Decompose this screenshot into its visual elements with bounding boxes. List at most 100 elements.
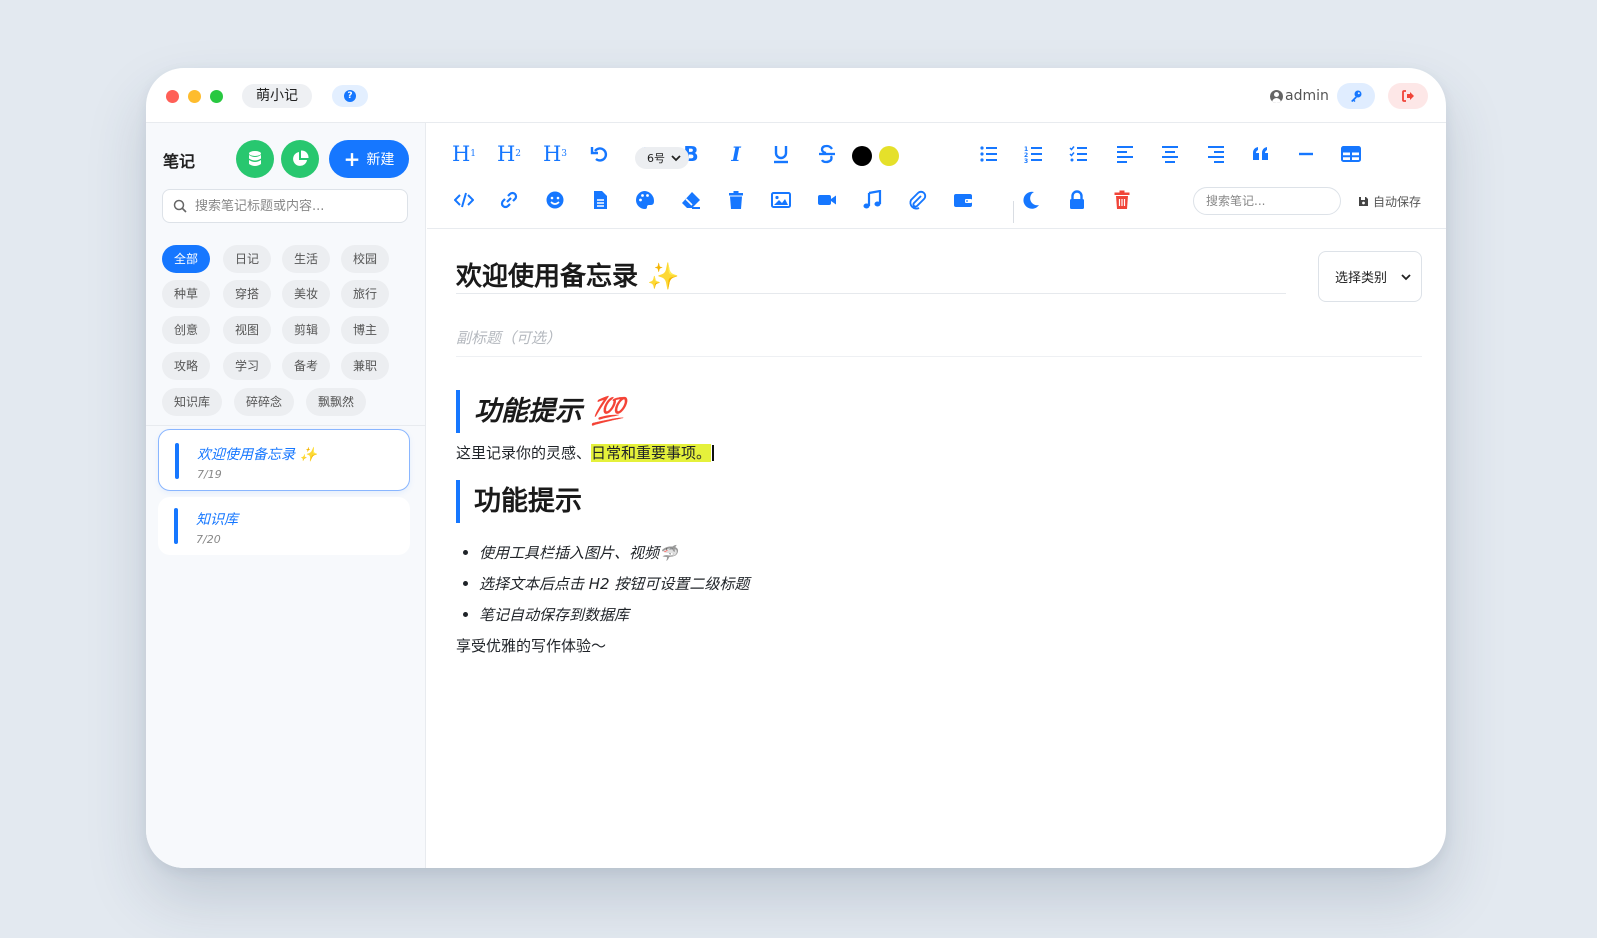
horizontal-rule-icon bbox=[1299, 152, 1313, 156]
task-list-icon bbox=[1069, 146, 1087, 162]
tag-editing[interactable]: 剪辑 bbox=[282, 316, 331, 344]
strikethrough-button[interactable] bbox=[814, 141, 840, 167]
eraser-button[interactable] bbox=[678, 187, 704, 213]
note-title: 欢迎使用备忘录 ✨ bbox=[197, 447, 317, 463]
emoji-button[interactable] bbox=[542, 187, 568, 213]
video-icon bbox=[818, 195, 836, 205]
note-date: 7/20 bbox=[196, 533, 221, 546]
horizontal-rule-button[interactable] bbox=[1293, 141, 1319, 167]
palette-button[interactable] bbox=[632, 187, 658, 213]
insert-audio-button[interactable] bbox=[859, 187, 885, 213]
help-icon: ? bbox=[344, 90, 356, 102]
smile-icon bbox=[546, 191, 564, 209]
ordered-list-icon: 123 bbox=[1024, 146, 1042, 164]
link-icon bbox=[500, 191, 518, 209]
insert-image-button[interactable] bbox=[768, 187, 794, 213]
tag-campus[interactable]: 校园 bbox=[341, 245, 390, 273]
tag-knowledge[interactable]: 知识库 bbox=[162, 388, 223, 416]
change-password-button[interactable] bbox=[1337, 83, 1375, 109]
tag-parttime[interactable]: 兼职 bbox=[341, 352, 390, 380]
task-list-button[interactable] bbox=[1066, 141, 1092, 167]
toolbar-search-input[interactable]: 搜索笔记... bbox=[1193, 187, 1341, 215]
tag-blogger[interactable]: 博主 bbox=[341, 316, 390, 344]
tag-murmur[interactable]: 碎碎念 bbox=[234, 388, 295, 416]
align-left-icon bbox=[1117, 146, 1133, 163]
subtitle-input[interactable]: 副标题（可选） bbox=[456, 327, 1422, 357]
statistics-button[interactable] bbox=[281, 140, 319, 178]
insert-video-button[interactable] bbox=[814, 187, 840, 213]
wallet-button[interactable] bbox=[950, 187, 976, 213]
highlight-color-button[interactable] bbox=[879, 146, 899, 166]
tag-makeup[interactable]: 美妆 bbox=[282, 280, 331, 308]
database-icon bbox=[249, 151, 261, 166]
dark-mode-button[interactable] bbox=[1018, 187, 1044, 213]
database-button[interactable] bbox=[236, 140, 274, 178]
tag-all[interactable]: 全部 bbox=[162, 245, 211, 273]
align-right-icon bbox=[1208, 146, 1224, 163]
note-list-item[interactable]: 知识库 7/20 bbox=[158, 497, 410, 555]
undo-button[interactable] bbox=[587, 141, 613, 167]
attachment-button[interactable] bbox=[904, 187, 930, 213]
delete-content-button[interactable] bbox=[723, 187, 749, 213]
app-window: 萌小记 ? admin 笔记 + 新建 搜索笔记标题或内容... 全部 日记 生… bbox=[146, 68, 1446, 868]
code-button[interactable] bbox=[451, 187, 477, 213]
window-maximize-button[interactable] bbox=[210, 90, 223, 103]
align-center-icon bbox=[1162, 146, 1178, 163]
delete-note-button[interactable] bbox=[1109, 187, 1135, 213]
paragraph-text: 这里记录你的灵感、 bbox=[456, 444, 592, 462]
lock-button[interactable] bbox=[1064, 187, 1090, 213]
note-title-input[interactable]: 欢迎使用备忘录 ✨ bbox=[456, 256, 1286, 294]
tag-study[interactable]: 学习 bbox=[223, 352, 272, 380]
tag-creative[interactable]: 创意 bbox=[162, 316, 211, 344]
tag-life[interactable]: 生活 bbox=[282, 245, 331, 273]
note-accent-bar bbox=[174, 508, 178, 544]
music-icon bbox=[863, 190, 882, 209]
tag-guide[interactable]: 攻略 bbox=[162, 352, 211, 380]
user-info[interactable]: admin bbox=[1270, 86, 1329, 106]
category-select[interactable]: 选择类别 bbox=[1318, 251, 1422, 302]
tag-travel[interactable]: 旅行 bbox=[341, 280, 390, 308]
heading2-button[interactable]: H2 bbox=[496, 141, 522, 167]
align-right-button[interactable] bbox=[1203, 141, 1229, 167]
heading3-button[interactable]: H3 bbox=[542, 141, 568, 167]
eraser-icon bbox=[682, 192, 700, 209]
italic-button[interactable]: I bbox=[723, 141, 749, 167]
help-button[interactable]: ? bbox=[332, 85, 368, 107]
new-note-button[interactable]: + 新建 bbox=[329, 140, 409, 178]
ordered-list-button[interactable]: 123 bbox=[1021, 141, 1047, 167]
font-size-select[interactable]: 6号 bbox=[635, 147, 689, 169]
tag-recommend[interactable]: 种草 bbox=[162, 280, 211, 308]
quote-icon bbox=[1253, 147, 1268, 160]
align-left-button[interactable] bbox=[1112, 141, 1138, 167]
key-icon bbox=[1351, 90, 1362, 102]
underline-button[interactable] bbox=[768, 141, 794, 167]
text-color-button[interactable] bbox=[852, 146, 872, 166]
logout-icon bbox=[1402, 90, 1414, 102]
note-date: 7/19 bbox=[197, 468, 222, 481]
table-button[interactable] bbox=[1338, 141, 1364, 167]
note-list-item[interactable]: 欢迎使用备忘录 ✨ 7/19 bbox=[158, 429, 410, 491]
table-icon bbox=[1341, 146, 1361, 162]
save-icon bbox=[1359, 197, 1368, 206]
moon-icon bbox=[1023, 191, 1039, 209]
window-close-button[interactable] bbox=[166, 90, 179, 103]
window-minimize-button[interactable] bbox=[188, 90, 201, 103]
tag-exam[interactable]: 备考 bbox=[282, 352, 331, 380]
heading1-button[interactable]: H1 bbox=[451, 141, 477, 167]
sidebar-divider bbox=[146, 425, 426, 426]
document-button[interactable] bbox=[587, 187, 613, 213]
tag-outfit[interactable]: 穿搭 bbox=[223, 280, 272, 308]
tag-view[interactable]: 视图 bbox=[223, 316, 272, 344]
bullet-list-icon bbox=[980, 146, 997, 162]
content-paragraph: 这里记录你的灵感、日常和重要事项。 bbox=[456, 442, 714, 463]
blockquote-button[interactable] bbox=[1248, 141, 1274, 167]
link-button[interactable] bbox=[496, 187, 522, 213]
tag-floating[interactable]: 飘飘然 bbox=[306, 388, 367, 416]
strikethrough-icon bbox=[819, 144, 835, 164]
note-search-input[interactable] bbox=[195, 198, 395, 214]
tag-diary[interactable]: 日记 bbox=[223, 245, 272, 273]
category-value: 选择类别 bbox=[1335, 271, 1388, 286]
bullet-list-button[interactable] bbox=[976, 141, 1002, 167]
logout-button[interactable] bbox=[1388, 83, 1428, 109]
align-center-button[interactable] bbox=[1157, 141, 1183, 167]
